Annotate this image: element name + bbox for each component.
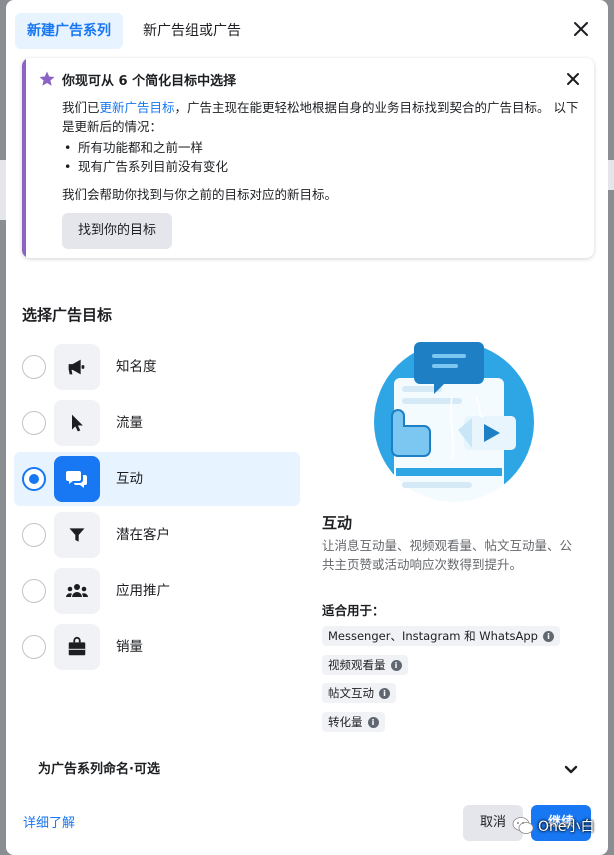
campaign-name-expander[interactable]: 为广告系列命名·可选 [22,748,592,792]
objective-engagement[interactable]: 互动 [14,452,300,506]
campaign-name-label: 为广告系列命名·可选 [38,762,160,777]
objective-label: 销量 [116,639,143,655]
objective-radio[interactable] [22,635,46,659]
objective-radio-selected[interactable] [22,467,46,491]
tab-new-campaign[interactable]: 新建广告系列 [15,13,123,49]
objective-label: 潜在客户 [116,527,170,543]
banner-bullet-list: 所有功能都和之前一样 现有广告系列目前没有变化 [62,138,582,176]
objective-icon-box [54,344,100,390]
choose-objective-title: 选择广告目标 [22,306,113,324]
create-campaign-dialog: 新建广告系列 新广告组或广告 你现可从 6 个简化目标中选择 我们已更新广告目标… [6,0,608,855]
banner-accent-bar [22,58,26,258]
shopping-bag-icon [68,636,86,656]
suitable-chip: Messenger、Instagram 和 WhatsApp i [322,626,560,646]
chip-label: 帖文互动 [328,686,374,700]
objective-label: 互动 [116,471,143,487]
banner-bullet: 所有功能都和之前一样 [62,138,582,157]
detail-title: 互动 [322,514,353,532]
objective-icon-box [54,624,100,670]
detail-description: 让消息互动量、视频观看量、帖文互动量、公共主页赞或活动响应次数得到提升。 [322,538,573,572]
objective-traffic[interactable]: 流量 [14,396,300,450]
funnel-icon [69,528,85,542]
wechat-logo-icon [512,817,534,834]
chip-label: Messenger、Instagram 和 WhatsApp [328,629,538,643]
chip-label: 转化量 [328,715,363,729]
objective-leads[interactable]: 潜在客户 [14,508,300,562]
objective-icon-box [54,456,100,502]
chip-label: 视频观看量 [328,658,386,672]
star-icon [39,71,55,86]
banner-body-prefix: 我们已 [62,100,100,115]
objective-label: 知名度 [116,359,157,375]
objectives-update-banner: 你现可从 6 个简化目标中选择 我们已更新广告目标，广告主现在能更轻松地根据自身… [22,58,594,258]
learn-more-link[interactable]: 详细了解 [23,812,75,831]
suitable-for-title: 适合用于： [322,603,385,618]
close-icon[interactable] [572,20,590,38]
objective-radio[interactable] [22,411,46,435]
banner-bullet: 现有广告系列目前没有变化 [62,157,582,176]
objective-radio[interactable] [22,355,46,379]
objective-label: 应用推广 [116,583,170,599]
objective-awareness[interactable]: 知名度 [14,340,300,394]
suitable-chip: 帖文互动 i [322,683,396,703]
banner-title: 你现可从 6 个简化目标中选择 [62,74,237,89]
chevron-down-icon[interactable] [564,763,578,777]
objective-label: 流量 [116,415,143,431]
chat-bubbles-icon [66,471,87,488]
objective-icon-box [54,400,100,446]
banner-close-icon[interactable] [566,72,580,86]
engagement-illustration [374,342,534,504]
suitable-chip: 转化量 i [322,712,385,732]
info-icon[interactable]: i [379,687,390,699]
objective-sales[interactable]: 销量 [14,620,300,674]
find-your-objective-button[interactable]: 找到你的目标 [62,213,173,249]
banner-body: 我们已更新广告目标，广告主现在能更轻松地根据自身的业务目标找到契合的广告目标。 … [62,98,582,176]
people-icon [66,584,88,597]
watermark: One小白 [512,814,595,838]
cursor-icon [72,414,83,432]
dialog-header: 新建广告系列 新广告组或广告 [6,0,608,58]
update-objectives-link[interactable]: 更新广告目标 [100,100,175,115]
banner-note: 我们会帮助你找到与你之前的目标对应的新目标。 [62,187,338,202]
suitable-chip: 视频观看量 i [322,655,408,675]
objective-icon-box [54,568,100,614]
objective-radio[interactable] [22,579,46,603]
objective-app-promotion[interactable]: 应用推广 [14,564,300,618]
watermark-text: One小白 [538,819,595,835]
info-icon[interactable]: i [390,659,402,671]
megaphone-icon [68,359,85,375]
objective-icon-box [54,512,100,558]
info-icon[interactable]: i [542,630,554,642]
objective-radio[interactable] [22,523,46,547]
tab-new-adset-or-ad[interactable]: 新广告组或广告 [131,13,253,49]
info-icon[interactable]: i [367,716,379,728]
